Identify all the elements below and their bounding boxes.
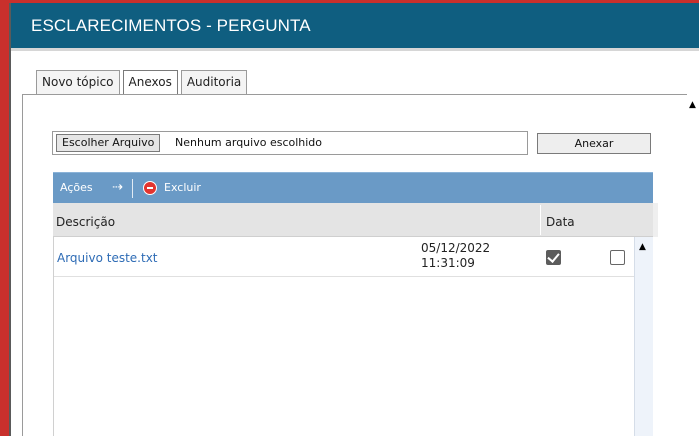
minus-circle-icon[interactable] bbox=[143, 181, 157, 195]
attachment-date-day: 05/12/2022 bbox=[421, 241, 491, 255]
attachment-link[interactable]: Arquivo teste.txt bbox=[57, 251, 158, 265]
file-status-text: Nenhum arquivo escolhido bbox=[175, 136, 323, 149]
grid-right-gap bbox=[653, 237, 658, 436]
column-divider bbox=[540, 205, 541, 235]
attachment-date-time: 11:31:09 bbox=[421, 256, 475, 270]
panel-scrollbar[interactable]: ▲ bbox=[687, 94, 699, 436]
scroll-up-icon[interactable]: ▲ bbox=[639, 242, 646, 252]
actions-menu-label[interactable]: Ações bbox=[60, 181, 93, 194]
tab-novo-topico[interactable]: Novo tópico bbox=[36, 70, 120, 94]
column-header-descricao[interactable]: Descrição bbox=[56, 215, 115, 229]
delete-button[interactable]: Excluir bbox=[164, 181, 201, 194]
grid-scrollbar[interactable]: ▲ bbox=[634, 237, 653, 436]
tab-auditoria[interactable]: Auditoria bbox=[180, 70, 248, 94]
page-title: ESCLARECIMENTOS - PERGUNTA bbox=[31, 16, 311, 35]
grid-toolbar: Ações ⇢ Excluir bbox=[53, 172, 653, 203]
column-header-data[interactable]: Data bbox=[546, 215, 575, 229]
panel-border-top bbox=[22, 94, 688, 95]
toolbar-divider bbox=[132, 179, 133, 198]
table-row[interactable]: Arquivo teste.txt 05/12/2022 11:31:09 bbox=[54, 237, 654, 277]
window-frame-left bbox=[0, 0, 9, 436]
grid-header: Descrição Data bbox=[53, 203, 658, 237]
attach-button[interactable]: Anexar bbox=[537, 133, 651, 154]
tab-anexos[interactable]: Anexos bbox=[122, 70, 178, 95]
panel-border-left bbox=[22, 94, 23, 436]
header-filler bbox=[653, 203, 658, 237]
page-header: ESCLARECIMENTOS - PERGUNTA bbox=[11, 3, 699, 48]
row-select-checkbox[interactable] bbox=[610, 250, 625, 265]
file-input[interactable]: Escolher Arquivo Nenhum arquivo escolhid… bbox=[52, 131, 528, 155]
attachment-date: 05/12/2022 11:31:09 bbox=[421, 241, 490, 271]
choose-file-button[interactable]: Escolher Arquivo bbox=[56, 134, 161, 152]
row-checkbox-checked[interactable] bbox=[546, 250, 561, 265]
tab-bar: Novo tópico Anexos Auditoria bbox=[36, 70, 250, 95]
arrow-right-icon[interactable]: ⇢ bbox=[112, 181, 123, 195]
attachments-grid: Arquivo teste.txt 05/12/2022 11:31:09 bbox=[53, 237, 654, 436]
scroll-up-icon[interactable]: ▲ bbox=[689, 100, 696, 110]
window-edge bbox=[9, 3, 11, 436]
header-shadow bbox=[11, 48, 699, 51]
